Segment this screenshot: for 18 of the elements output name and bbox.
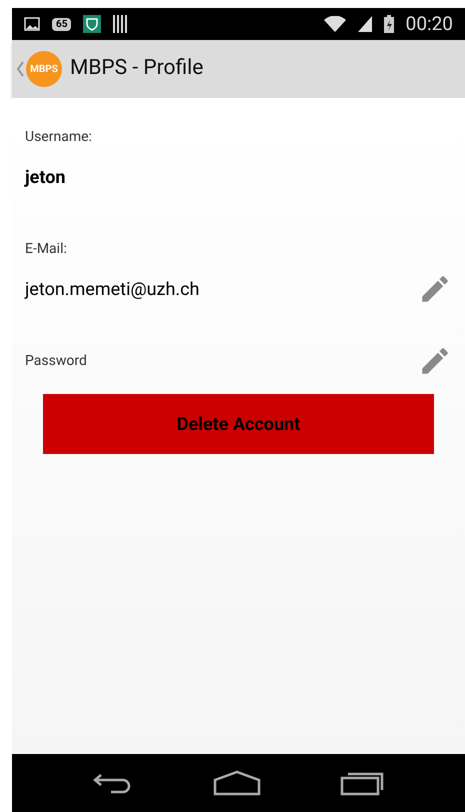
screen-title: MBPS - Profile <box>70 55 204 82</box>
field-label: Username: <box>25 128 92 146</box>
shield-icon <box>83 15 102 33</box>
notification-badge: 65 <box>52 18 72 30</box>
delete-account-button[interactable]: Delete Account <box>43 394 434 454</box>
home-icon[interactable] <box>213 770 262 796</box>
recent-apps-icon[interactable] <box>340 770 386 796</box>
image-icon <box>24 17 40 31</box>
barcode-icon <box>113 15 128 33</box>
signal-icon <box>358 16 372 32</box>
clock: 00:20 <box>406 10 453 37</box>
battery-icon <box>384 15 394 33</box>
field-label: E-Mail: <box>25 240 67 258</box>
app-logo: MBPS <box>26 51 62 87</box>
field-value: jeton.memeti@uzh.ch <box>25 278 200 302</box>
field-label: Password <box>25 352 87 370</box>
wifi-icon <box>324 16 346 32</box>
field-value: jeton <box>25 166 66 190</box>
